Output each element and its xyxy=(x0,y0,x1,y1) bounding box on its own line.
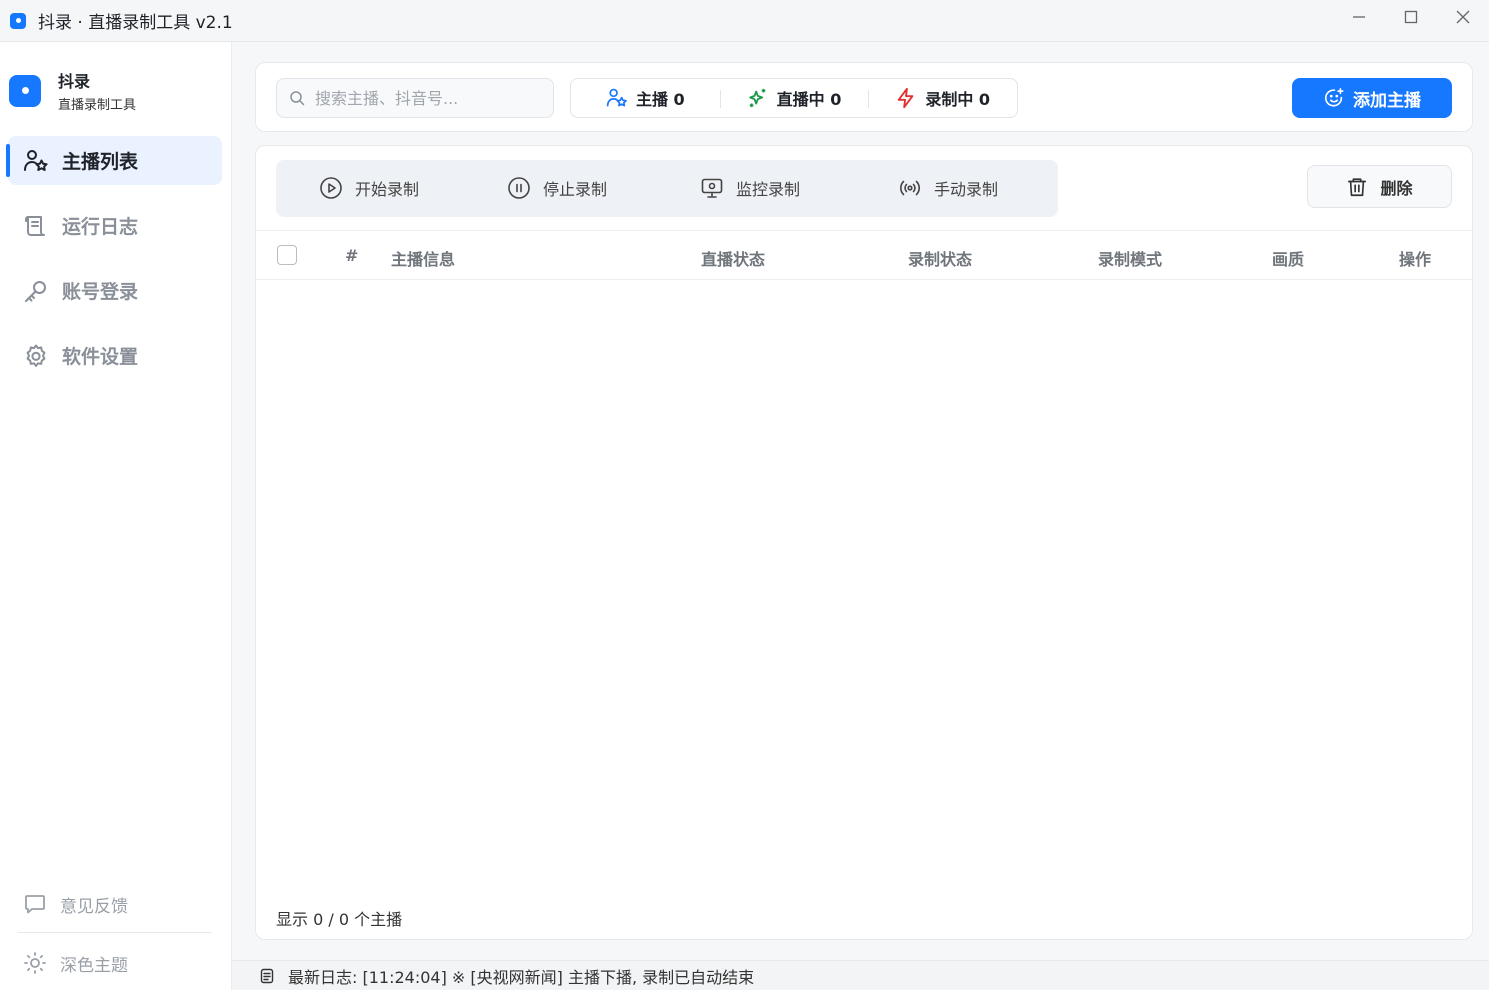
window-title: 抖录 · 直播录制工具 v2.1 xyxy=(38,13,233,33)
add-streamer-label: 添加主播 xyxy=(1353,90,1421,111)
theme-label: 深色主题 xyxy=(60,955,128,976)
column-live-status: 直播状态 xyxy=(701,250,766,269)
brand-name: 抖录 xyxy=(58,72,91,91)
streamer-table-card: 开始录制 停止录制 监控录制 手动录制 删除 # 主播信息 直播状态 录制状态 … xyxy=(255,145,1473,940)
sidebar-item-run-log[interactable]: 运行日志 xyxy=(8,201,222,250)
brand-subtitle: 直播录制工具 xyxy=(58,98,137,113)
brand: 抖录 直播录制工具 xyxy=(9,68,136,113)
column-index: # xyxy=(345,246,359,265)
sidebar-item-label: 主播列表 xyxy=(62,151,139,173)
search-input[interactable] xyxy=(315,88,535,108)
stop-record-button[interactable]: 停止录制 xyxy=(507,176,607,200)
table-header: # 主播信息 直播状态 录制状态 录制模式 画质 操作 xyxy=(256,230,1472,280)
gear-icon xyxy=(22,342,50,370)
log-icon xyxy=(258,967,276,985)
manual-record-button[interactable]: 手动录制 xyxy=(898,176,998,200)
stat-streamers-label: 主播 0 xyxy=(635,90,685,109)
monitor-icon xyxy=(700,176,724,200)
sidebar-bottom: 意见反馈 深色主题 xyxy=(0,882,232,985)
minimize-icon xyxy=(1353,16,1365,18)
sidebar-item-settings[interactable]: 软件设置 xyxy=(8,331,222,380)
add-streamer-button[interactable]: 添加主播 xyxy=(1292,78,1452,118)
delete-label: 删除 xyxy=(1380,178,1413,198)
stat-recording-label: 录制中 0 xyxy=(925,90,991,109)
dark-theme-toggle[interactable]: 深色主题 xyxy=(0,941,232,985)
column-record-mode: 录制模式 xyxy=(1098,250,1163,269)
sidebar-item-label: 账号登录 xyxy=(62,281,139,303)
add-user-icon xyxy=(1323,87,1345,109)
stop-record-label: 停止录制 xyxy=(543,180,608,199)
start-record-button[interactable]: 开始录制 xyxy=(319,176,419,200)
sidebar-item-label: 软件设置 xyxy=(62,346,139,368)
column-quality: 画质 xyxy=(1272,250,1305,269)
column-streamer-info: 主播信息 xyxy=(391,250,456,269)
sidebar: 抖录 直播录制工具 主播列表 运行日志 账号登录 软件设置 意见反馈 深色主题 xyxy=(0,42,232,990)
search-icon xyxy=(289,90,305,106)
header-card: 主播 0 直播中 0 录制中 0 xyxy=(255,62,1473,132)
sidebar-item-streamer-list[interactable]: 主播列表 xyxy=(6,136,222,185)
stat-recording: 录制中 0 xyxy=(868,86,1017,110)
play-circle-icon xyxy=(319,176,343,200)
broadcast-icon xyxy=(898,176,922,200)
close-button[interactable] xyxy=(1437,0,1489,34)
latest-log-text: 最新日志: [11:24:04] ※ [央视网新闻] 主播下播, 录制已自动结束 xyxy=(288,967,755,987)
minimize-button[interactable] xyxy=(1333,0,1385,34)
delete-button[interactable]: 删除 xyxy=(1307,165,1452,208)
sidebar-nav: 主播列表 运行日志 账号登录 软件设置 xyxy=(0,136,232,396)
search-box[interactable] xyxy=(276,78,554,118)
select-all-checkbox[interactable] xyxy=(277,245,297,265)
feedback-link[interactable]: 意见反馈 xyxy=(0,882,232,926)
column-record-status: 录制状态 xyxy=(908,250,973,269)
result-count: 显示 0 / 0 个主播 xyxy=(276,910,403,929)
pause-circle-icon xyxy=(507,176,531,200)
lightning-icon xyxy=(895,87,917,109)
stat-live: 直播中 0 xyxy=(719,86,869,110)
users-star-icon xyxy=(606,87,628,109)
action-toolbar: 开始录制 停止录制 监控录制 手动录制 xyxy=(276,160,1058,217)
status-bar: 最新日志: [11:24:04] ※ [央视网新闻] 主播下播, 录制已自动结束 xyxy=(232,960,1489,990)
sun-icon xyxy=(22,950,48,976)
stat-streamers: 主播 0 xyxy=(571,86,720,110)
sidebar-item-label: 运行日志 xyxy=(62,216,139,238)
stat-live-label: 直播中 0 xyxy=(776,90,842,109)
scroll-icon xyxy=(22,212,50,240)
monitor-record-label: 监控录制 xyxy=(736,180,801,199)
app-icon xyxy=(10,12,26,29)
monitor-record-button[interactable]: 监控录制 xyxy=(700,176,800,200)
trash-icon xyxy=(1346,176,1368,198)
key-icon xyxy=(22,277,50,305)
sidebar-divider xyxy=(18,932,212,933)
chat-bubble-icon xyxy=(22,891,48,917)
feedback-label: 意见反馈 xyxy=(60,896,128,917)
close-icon xyxy=(1456,10,1470,24)
brand-logo xyxy=(9,74,41,107)
users-star-icon xyxy=(22,147,50,175)
stats-bar: 主播 0 直播中 0 录制中 0 xyxy=(570,78,1018,118)
column-actions: 操作 xyxy=(1399,250,1432,269)
maximize-button[interactable] xyxy=(1385,0,1437,34)
title-bar: 抖录 · 直播录制工具 v2.1 xyxy=(0,0,1489,42)
sparkles-icon xyxy=(747,87,769,109)
sidebar-item-account-login[interactable]: 账号登录 xyxy=(8,266,222,315)
maximize-icon xyxy=(1404,10,1418,24)
start-record-label: 开始录制 xyxy=(355,180,420,199)
manual-record-label: 手动录制 xyxy=(934,180,999,199)
window-controls xyxy=(1333,0,1489,34)
